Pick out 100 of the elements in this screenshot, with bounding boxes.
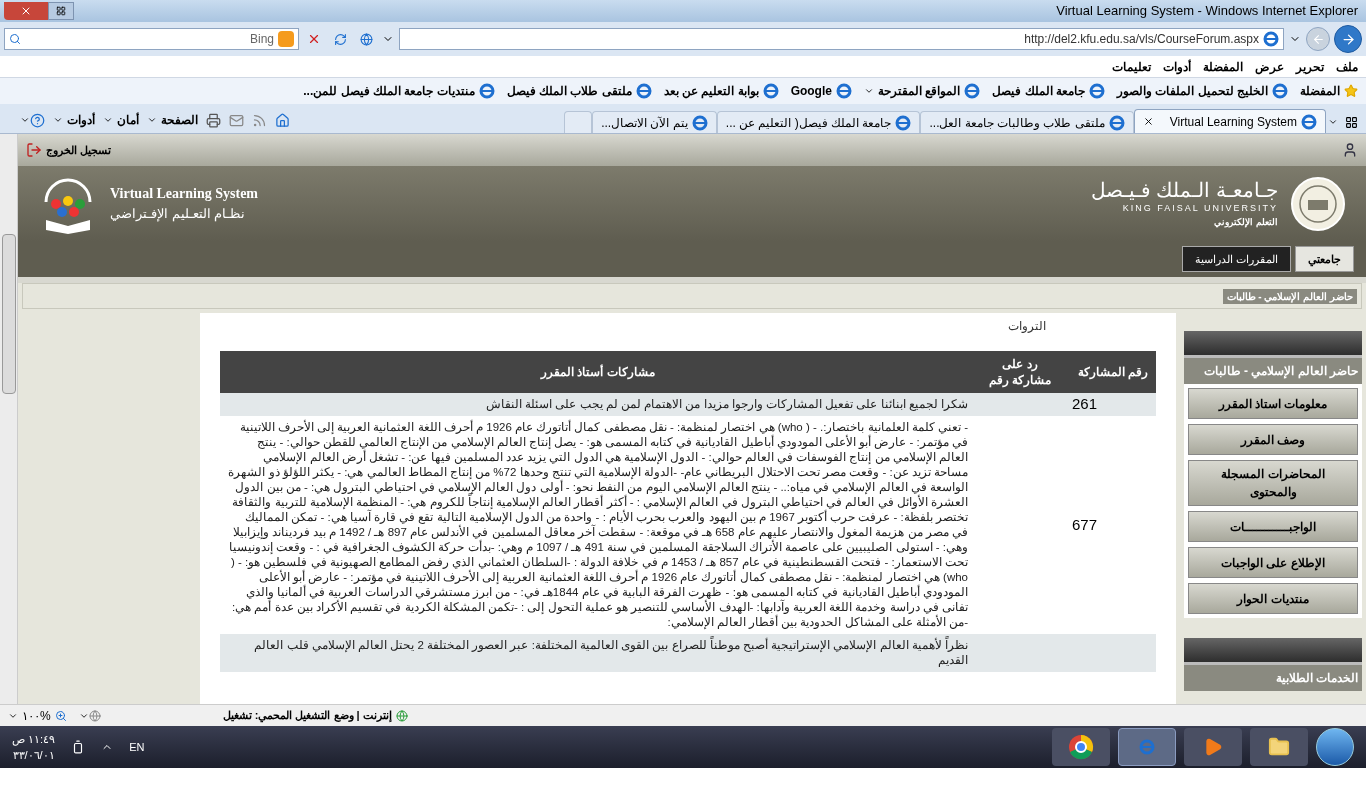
nav-tab[interactable]: جامعتي xyxy=(1295,246,1354,272)
sidebar-button[interactable]: وصف المقرر xyxy=(1188,424,1358,455)
favorite-link[interactable]: بوابة التعليم عن بعد xyxy=(663,82,779,100)
post-text: نظراً لأهمية العالم الإسلامي الإستراتيجية أصبح موطناً للصراع بين القوى العالمية المختلفة: عبر العصور المختلفة 2 يحتل العالم الإسلامي قلب العالم القديم xyxy=(220,634,976,672)
university-name: جـامعـة الـملك فـيـصل xyxy=(1090,178,1278,202)
page-icon xyxy=(1301,113,1317,130)
address-field[interactable]: http://del2.kfu.edu.sa/vls/CourseForum.aspx xyxy=(399,28,1284,50)
page-icon xyxy=(835,83,852,99)
window-title: Virtual Learning System - Windows Internet Explorer xyxy=(1056,2,1358,21)
e-icon xyxy=(1139,739,1155,755)
page-icon xyxy=(635,83,652,99)
caret-icon xyxy=(863,86,874,96)
sidebar-button[interactable]: المحاضرات المسجلة والمحتوى xyxy=(1188,460,1358,506)
command-button[interactable]: أدوات xyxy=(53,111,95,129)
home-icon xyxy=(275,112,290,128)
browser-tab[interactable]: Virtual Learning System xyxy=(1133,109,1326,133)
language-indicator[interactable]: EN xyxy=(129,738,145,756)
favorite-link[interactable]: منتديات جامعة الملك فيصل للمن... xyxy=(303,82,495,100)
menu-item[interactable]: المفضلة xyxy=(1203,57,1243,76)
help-button[interactable] xyxy=(20,112,45,128)
back-button[interactable] xyxy=(1334,25,1362,53)
page-icon xyxy=(478,83,495,99)
menu-item[interactable]: عرض xyxy=(1255,57,1284,76)
breadcrumb: حاضر العالم الإسلامي - طالبات xyxy=(1222,288,1357,304)
unit-name: التعلم الإلكتروني xyxy=(1214,215,1278,229)
browser-tab[interactable]: يتم الآن الاتصال... xyxy=(592,111,717,133)
page-icon xyxy=(895,114,912,131)
taskbar-app-button[interactable] xyxy=(1184,728,1242,766)
nav-tab[interactable]: المقررات الدراسية xyxy=(1181,246,1291,272)
caret-icon xyxy=(20,115,30,125)
menu-item[interactable]: ملف xyxy=(1336,57,1358,76)
arrow-left-icon xyxy=(1311,32,1325,46)
zoom-button[interactable]: ١٠٠% xyxy=(8,706,67,725)
menu-item[interactable]: أدوات xyxy=(1163,57,1191,76)
scrollbar-thumb[interactable] xyxy=(1,234,16,394)
grid-icon xyxy=(1344,115,1358,129)
start-button[interactable] xyxy=(1316,728,1354,766)
mail-button[interactable] xyxy=(229,112,244,128)
favorite-link[interactable]: الخليج لتحميل الملفات والصور xyxy=(1117,82,1288,100)
play-icon xyxy=(1203,737,1223,757)
caret-icon xyxy=(53,115,63,125)
feeds-button[interactable] xyxy=(252,112,267,128)
x-icon xyxy=(307,32,321,46)
refresh-icon xyxy=(333,32,347,46)
favorite-link[interactable]: ملتقى طلاب الملك فيصل xyxy=(506,82,652,100)
favorite-link[interactable]: المواقع المقترحة xyxy=(863,82,981,100)
browser-tab[interactable]: ملتقى طلاب وطالبات جامعة العل... xyxy=(920,111,1134,133)
status-zone: إنترنت | وضع التشغيل المحمي: تشغيل xyxy=(222,707,408,724)
page-icon xyxy=(1272,83,1288,99)
sidebar-button[interactable]: الإطلاع على الواجبات xyxy=(1188,547,1358,578)
search-field[interactable]: Bing xyxy=(4,28,299,50)
search-icon xyxy=(9,33,21,45)
sidebar-section-title: الخدمات الطلابية xyxy=(1184,665,1362,691)
menu-item[interactable]: تحرير xyxy=(1296,57,1324,76)
page-icon xyxy=(964,83,981,99)
logout-icon xyxy=(26,142,42,158)
printer-icon xyxy=(206,112,221,128)
column-header: مشاركات أستاذ المقرر xyxy=(220,351,976,393)
column-header: رقم المشاركة xyxy=(1064,351,1156,393)
post-number: 261 xyxy=(1064,393,1156,416)
user-icon xyxy=(1342,142,1358,158)
system-title: Virtual Learning System xyxy=(110,185,259,204)
restore-button[interactable] xyxy=(48,2,74,20)
menu-item[interactable]: تعليمات xyxy=(1112,57,1151,76)
university-seal-icon xyxy=(1290,175,1346,232)
mail-icon xyxy=(229,112,244,128)
round-app-icon xyxy=(1068,734,1094,760)
page-icon xyxy=(691,114,708,131)
sidebar-button[interactable]: معلومات استاذ المقرر xyxy=(1188,388,1358,419)
sidebar-button[interactable]: منتديات الحوار xyxy=(1188,583,1358,614)
close-tab-icon[interactable] xyxy=(1142,116,1154,127)
clock-date: ٣٣/٠٦/٠١ xyxy=(12,748,55,763)
home-button[interactable] xyxy=(275,112,290,128)
sidebar-title: حاضر العالم الإسلامي - طالبات xyxy=(1184,358,1362,384)
caret-icon xyxy=(103,115,113,125)
star-icon xyxy=(1344,84,1358,98)
logout-button[interactable]: تسجيل الخروج xyxy=(26,141,112,159)
folder-icon xyxy=(1268,736,1290,758)
command-button[interactable]: الصفحة xyxy=(147,111,198,129)
post-text-fragment: التروات xyxy=(1007,318,1046,335)
sidebar-button[interactable]: الواجبـــــــــــات xyxy=(1188,511,1358,542)
caret-icon xyxy=(1328,117,1338,127)
command-button[interactable]: أمان xyxy=(103,111,139,129)
taskbar-app-button[interactable] xyxy=(1052,728,1110,766)
globe-icon xyxy=(88,709,101,722)
globe-icon xyxy=(395,709,408,722)
browser-tab[interactable]: جامعة الملك فيصل( التعليم عن ... xyxy=(716,111,921,133)
scrollbar[interactable] xyxy=(0,134,18,704)
favorites-button[interactable]: المفضلة xyxy=(1300,82,1358,100)
forward-button[interactable] xyxy=(1306,27,1330,51)
taskbar-app-button[interactable] xyxy=(1250,728,1308,766)
system-subtitle: نظـام التعـليم الإفـتراضي xyxy=(110,205,247,224)
post-number: 677 xyxy=(1064,416,1156,634)
column-header: رد على مشاركة رقم xyxy=(976,351,1064,393)
grid-icon xyxy=(56,6,66,16)
x-icon xyxy=(20,5,32,17)
favorite-link[interactable]: جامعة الملك فيصل xyxy=(992,82,1105,100)
print-button[interactable] xyxy=(206,112,221,128)
search-placeholder: Bing xyxy=(249,31,274,48)
favorite-link[interactable]: Google xyxy=(790,82,852,100)
